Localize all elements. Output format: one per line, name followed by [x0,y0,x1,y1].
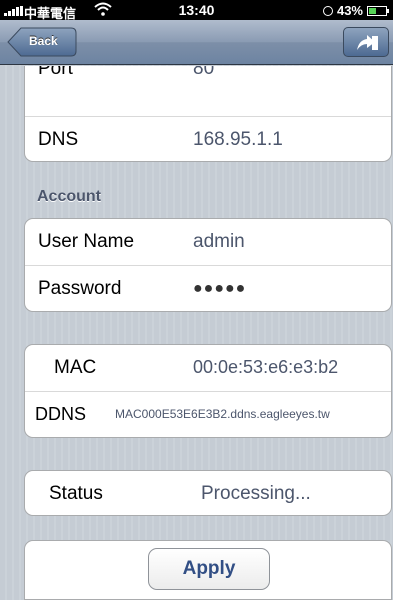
mac-label: MAC [54,357,97,378]
mac-row: MAC 00:0e:53:e6:e3:b2 [25,345,391,391]
status-label: Status [49,483,103,504]
mac-value: 00:0e:53:e6:e3:b2 [193,357,339,377]
status-row: Status Processing... [25,471,391,515]
status-bar: 中華電信 13:40 43% [0,0,393,21]
account-group: User Name admin Password ●●●●● [24,218,392,312]
password-value: ●●●●● [193,280,247,297]
dns-row[interactable]: DNS 168.95.1.1 [25,116,391,161]
username-value: admin [193,231,245,252]
dns-label: DNS [38,129,79,150]
share-button[interactable] [343,27,389,57]
ddns-value: MAC000E53E6E3B2.ddns.eagleeyes.tw [115,407,330,421]
share-icon [357,35,378,50]
battery-icon [367,5,389,16]
port-label: Port [38,66,73,79]
ddns-row: DDNS MAC000E53E6E3B2.ddns.eagleeyes.tw [25,391,391,437]
back-button[interactable]: Back [7,27,77,57]
status-value: Processing... [201,483,311,504]
password-row[interactable]: Password ●●●●● [25,265,391,311]
port-row[interactable]: Port 80 [25,66,391,116]
rotation-lock-icon [322,5,333,16]
port-value: 80 [193,66,215,79]
dns-value: 168.95.1.1 [193,129,283,150]
device-group: MAC 00:0e:53:e6:e3:b2 DDNS MAC000E53E6E3… [24,344,392,438]
username-row[interactable]: User Name admin [25,219,391,265]
password-label: Password [38,278,122,299]
back-label: Back [29,34,58,48]
ddns-label: DDNS [35,404,87,424]
apply-group: Apply [24,540,392,600]
apply-button[interactable]: Apply [148,548,270,590]
status-group: Status Processing... [24,470,392,516]
battery-percent: 43% [336,3,363,18]
username-label: User Name [38,231,135,252]
account-section-header: Account [37,188,101,205]
navigation-bar: Back [0,20,393,65]
network-group: Port 80 DNS 168.95.1.1 [24,66,392,162]
